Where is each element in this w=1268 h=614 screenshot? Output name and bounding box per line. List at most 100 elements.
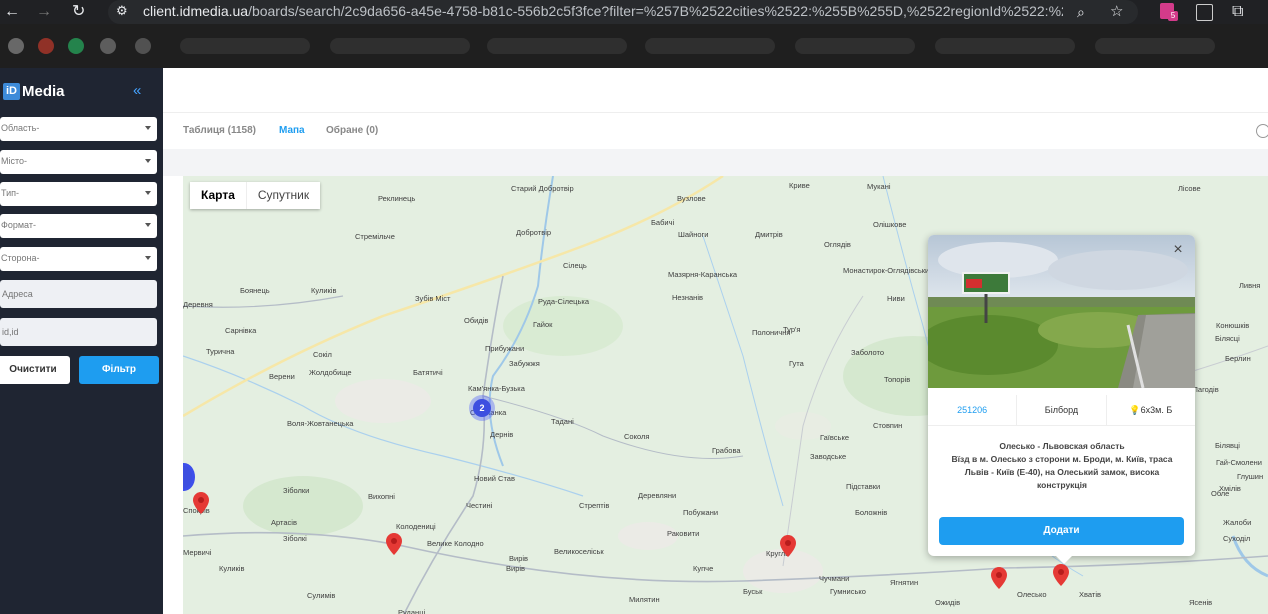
filter-button[interactable]: Фільтр	[79, 356, 159, 384]
extensions-puzzle-icon[interactable]: ⧉	[1232, 2, 1243, 22]
map-pin-icon[interactable]	[780, 535, 796, 557]
place-label: Добротвір	[516, 228, 552, 237]
place-label: Ягнятин	[890, 578, 919, 587]
place-label: Купче	[693, 564, 714, 573]
map-pin-icon[interactable]	[1053, 564, 1069, 586]
close-icon[interactable]: ×	[1169, 241, 1187, 259]
bookmark-item[interactable]	[795, 38, 915, 54]
tab-map[interactable]: Мапа	[279, 125, 305, 136]
place-label: Гумнисько	[830, 587, 866, 596]
place-label: Ниви	[887, 294, 905, 303]
place-label: Жалоби	[1223, 518, 1252, 527]
board-photo	[928, 235, 1195, 388]
place-label: Деревня	[183, 300, 213, 309]
bookmark-item[interactable]	[180, 38, 310, 54]
map-type-map-button[interactable]: Карта	[190, 182, 247, 209]
qr-icon[interactable]	[1196, 4, 1213, 21]
region-select[interactable]: Область-	[0, 117, 157, 141]
tab-table[interactable]: Таблиця (1158)	[183, 125, 256, 136]
map-type-control: Карта Супутник	[190, 182, 321, 209]
place-label: Лісове	[1178, 184, 1201, 193]
region-select-value: Область-	[1, 123, 40, 133]
place-label: Великоселіськ	[554, 547, 604, 556]
place-label: Стрептів	[579, 501, 610, 510]
bookmark-item[interactable]	[645, 38, 775, 54]
board-size-value: 6x3м. Б	[1140, 405, 1173, 415]
clear-button[interactable]: Очистити	[0, 356, 70, 384]
reload-icon[interactable]: ↻	[72, 2, 85, 22]
place-label: Боянець	[240, 286, 270, 295]
chevron-down-icon	[145, 126, 151, 130]
place-label: Сулимів	[307, 591, 336, 600]
place-label: Турична	[206, 347, 235, 356]
sidebar: iD Media « Область- Місто- Тип- Формат- …	[0, 68, 163, 614]
board-type: Білборд	[1017, 395, 1107, 425]
map-type-satellite-button[interactable]: Супутник	[247, 182, 320, 209]
bookmark-icon[interactable]	[135, 38, 151, 54]
bookmark-star-icon[interactable]: ☆	[1110, 2, 1123, 22]
place-label: Зубів Міст	[415, 294, 451, 303]
back-icon[interactable]: ←	[4, 2, 20, 22]
zoom-icon[interactable]: ⌕	[1077, 2, 1085, 22]
side-select[interactable]: Сторона-	[0, 247, 157, 271]
place-label: Стремільче	[355, 232, 395, 241]
address-bar-row: ← → ↻ ⚙ client.idmedia.ua/boards/search/…	[0, 0, 1268, 24]
place-label: Вирів	[506, 564, 526, 573]
place-label: Лагодів	[1193, 385, 1219, 394]
bookmarks-bar	[0, 24, 1268, 68]
url-text[interactable]: client.idmedia.ua/boards/search/2c9da656…	[143, 3, 1063, 19]
logo-text: Media	[22, 82, 65, 100]
bookmark-icon[interactable]	[68, 38, 84, 54]
place-label: Куликів	[311, 286, 337, 295]
place-label: Велике Колодно	[427, 539, 484, 548]
address-input[interactable]	[0, 280, 157, 308]
place-label: Воля-Жовтанецька	[287, 419, 354, 428]
add-button[interactable]: Додати	[939, 517, 1184, 545]
toggle-icon[interactable]	[1256, 124, 1268, 138]
logo[interactable]: iD Media	[3, 82, 65, 100]
map-pin-icon[interactable]	[991, 567, 1007, 589]
city-select[interactable]: Місто-	[0, 150, 157, 174]
place-label: Білявці	[1215, 441, 1240, 450]
collapse-sidebar-icon[interactable]: «	[133, 82, 141, 99]
place-label: Незнанів	[672, 293, 703, 302]
map-pin-icon[interactable]	[193, 492, 209, 514]
browser-chrome: ← → ↻ ⚙ client.idmedia.ua/boards/search/…	[0, 0, 1268, 68]
place-label: Ожидів	[935, 598, 961, 607]
chevron-down-icon	[145, 256, 151, 260]
bookmark-icon[interactable]	[8, 38, 24, 54]
id-input[interactable]	[0, 318, 157, 346]
bookmark-item[interactable]	[1095, 38, 1215, 54]
url-path: /boards/search/2c9da656-a45e-4758-b81c-5…	[248, 3, 1063, 19]
bookmark-icon[interactable]	[100, 38, 116, 54]
place-label: Буськ	[743, 587, 763, 596]
place-label: Стовпин	[873, 421, 903, 430]
tab-favorites[interactable]: Обране (0)	[326, 125, 378, 136]
cluster-marker[interactable]: 2	[469, 395, 495, 421]
place-label: Суходіл	[1223, 534, 1251, 543]
place-label: Новий Став	[474, 474, 515, 483]
forward-icon[interactable]: →	[36, 2, 52, 22]
place-label: Тадані	[551, 417, 574, 426]
place-label: Честині	[466, 501, 493, 510]
place-label: Старий Добротвір	[511, 184, 574, 193]
place-label: Боложнів	[855, 508, 888, 517]
place-label: Мазярня-Каранська	[668, 270, 738, 279]
place-label: Олішкове	[873, 220, 907, 229]
type-select[interactable]: Тип-	[0, 182, 157, 206]
lightbulb-icon: 💡	[1129, 405, 1141, 415]
bookmark-item[interactable]	[330, 38, 470, 54]
bookmark-item[interactable]	[487, 38, 627, 54]
bookmark-item[interactable]	[935, 38, 1075, 54]
popup-tail	[1055, 555, 1073, 564]
board-code[interactable]: 251206	[928, 395, 1018, 425]
place-label: Верени	[269, 372, 295, 381]
site-settings-icon[interactable]: ⚙	[116, 3, 132, 19]
view-tabs: Таблиця (1158) Мапа Обране (0)	[163, 113, 1268, 149]
format-select[interactable]: Формат-	[0, 214, 157, 238]
place-label: Шайноги	[678, 230, 709, 239]
place-label: Куликів	[219, 564, 245, 573]
map-pin-icon[interactable]	[386, 533, 402, 555]
place-label: Гаївське	[820, 433, 849, 442]
bookmark-icon[interactable]	[38, 38, 54, 54]
